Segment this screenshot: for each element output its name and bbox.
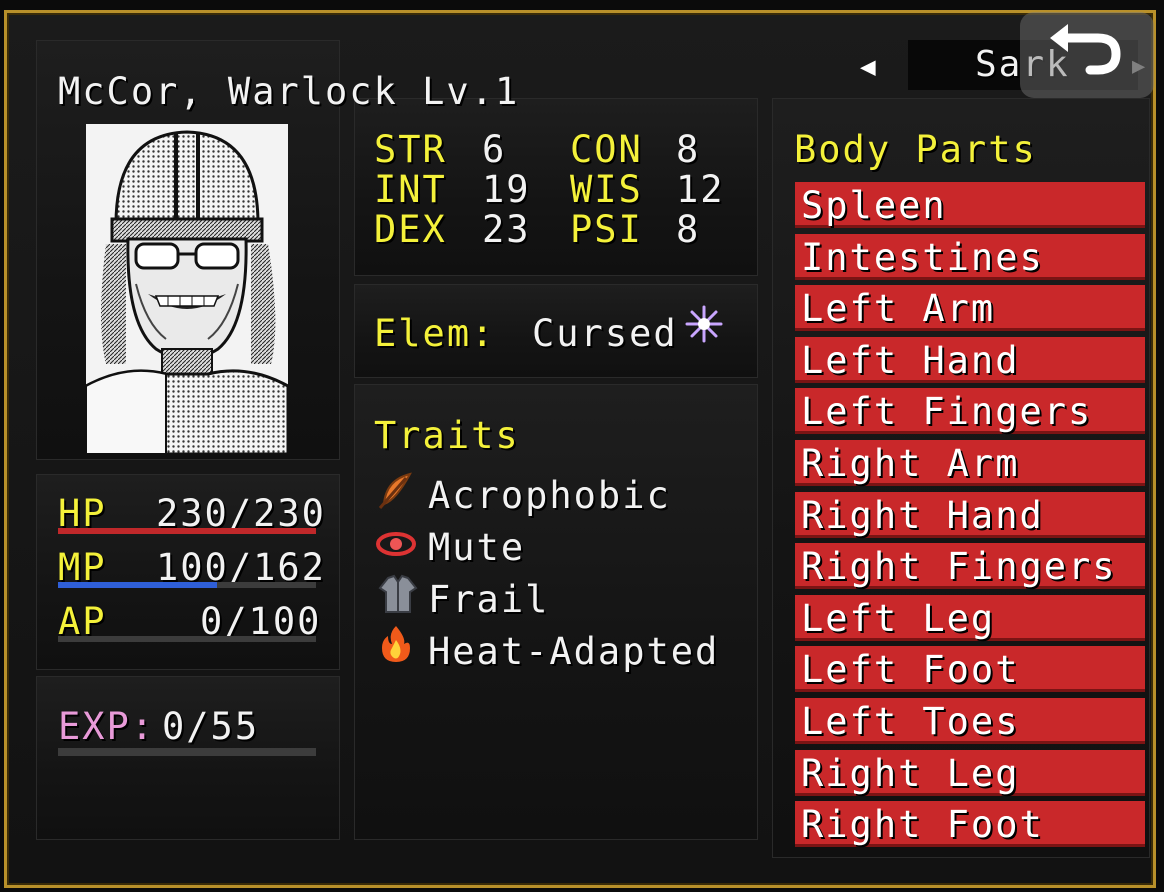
mp-bar [58,582,316,588]
fire-icon [382,626,410,662]
body-part-label: Left Hand [801,339,1020,382]
prev-character-arrow[interactable]: ◀ [860,52,876,82]
trait-label: Frail [428,578,550,621]
element-value: Cursed [532,312,678,355]
wis-value: 12 [676,168,725,211]
body-part-label: Left Fingers [801,390,1093,433]
body-part-row[interactable]: Left Fingers [795,388,1145,434]
ap-bar [58,636,316,642]
body-part-row[interactable]: Left Arm [795,285,1145,331]
exp-label: EXP: [58,705,156,748]
psi-value: 8 [676,208,701,251]
character-portrait [86,124,288,454]
gag-icon [376,532,416,556]
body-part-label: Intestines [801,236,1044,279]
body-part-label: Right Foot [801,803,1044,846]
traits-title: Traits [374,414,520,457]
exp-value: 0/55 [162,705,260,748]
int-label: INT [374,168,447,211]
body-part-row[interactable]: Right Hand [795,492,1145,538]
body-part-row[interactable]: Right Foot [795,801,1145,847]
body-part-row[interactable]: Intestines [795,234,1145,280]
trait-label: Acrophobic [428,474,671,517]
body-part-label: Right Fingers [801,545,1117,588]
trait-label: Heat-Adapted [428,630,720,673]
back-button[interactable] [1020,12,1154,98]
body-part-row[interactable]: Right Arm [795,440,1145,486]
character-name-line: McCor, Warlock Lv.1 [58,70,520,113]
dex-value: 23 [482,208,531,251]
return-arrow-icon [1050,24,1121,75]
exp-panel [36,676,340,840]
body-part-row[interactable]: Right Leg [795,750,1145,796]
body-part-label: Left Arm [801,287,996,330]
str-value: 6 [482,128,507,171]
body-part-label: Right Arm [801,442,1020,485]
mp-bar-fill [58,582,218,588]
psi-label: PSI [570,208,643,251]
body-parts-title: Body Parts [794,128,1037,171]
body-part-row[interactable]: Left Toes [795,698,1145,744]
body-part-row[interactable]: Left Hand [795,337,1145,383]
body-part-row[interactable]: Left Leg [795,595,1145,641]
body-part-row[interactable]: Right Fingers [795,543,1145,589]
body-part-label: Spleen [801,184,947,227]
body-part-row[interactable]: Left Foot [795,646,1145,692]
trait-label: Mute [428,526,526,569]
body-part-label: Left Foot [801,648,1020,691]
body-part-label: Right Leg [801,752,1020,795]
purple-sparkle-icon [685,305,723,343]
wis-label: WIS [570,168,643,211]
hp-bar-fill [58,528,316,534]
body-part-label: Left Toes [801,700,1020,743]
feather-icon [378,472,412,509]
exp-bar [58,748,316,756]
int-value: 19 [482,168,531,211]
con-label: CON [570,128,643,171]
str-label: STR [374,128,447,171]
body-part-label: Left Leg [801,597,996,640]
element-label: Elem: [374,312,496,355]
body-part-label: Right Hand [801,494,1044,537]
dex-label: DEX [374,208,447,251]
con-value: 8 [676,128,701,171]
body-part-row[interactable]: Spleen [795,182,1145,228]
coat-icon [378,574,418,613]
hp-bar [58,528,316,534]
